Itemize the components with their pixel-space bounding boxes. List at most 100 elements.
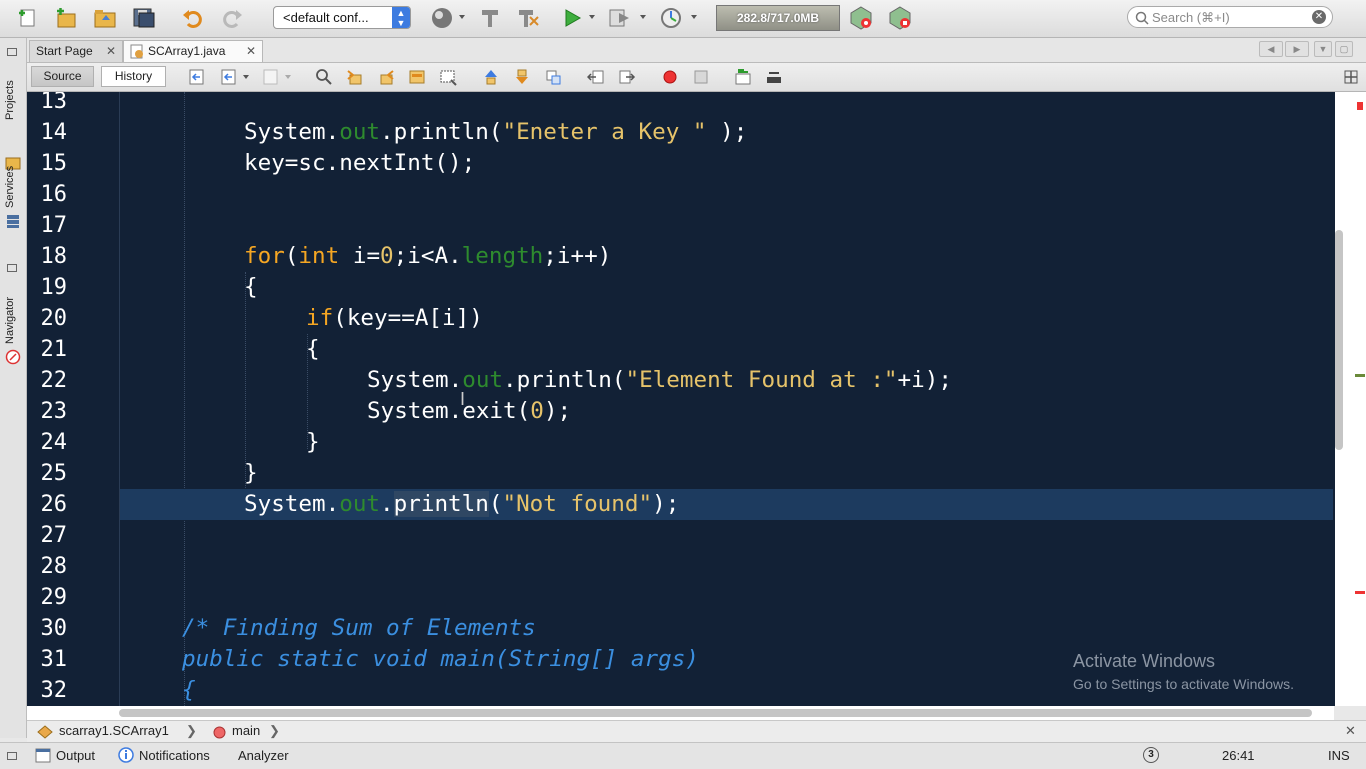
line-number: 28 [40, 554, 68, 579]
horizontal-scrollbar[interactable] [27, 706, 1334, 720]
debug-icon[interactable] [607, 5, 633, 31]
close-icon[interactable]: ✕ [1345, 723, 1356, 739]
split-editor-icon[interactable] [1342, 68, 1360, 86]
close-icon[interactable]: ✕ [246, 41, 256, 61]
sidebar-tab-navigator[interactable]: Navigator [0, 286, 26, 376]
error-stripe-marker[interactable] [1355, 591, 1365, 594]
configuration-select[interactable]: <default conf... ▲ ▼ [273, 6, 411, 29]
minimize-group-icon[interactable] [7, 264, 17, 272]
output-tab[interactable]: Output [56, 748, 95, 763]
redo-icon[interactable] [219, 5, 245, 31]
profile-icon[interactable] [658, 5, 684, 31]
toggle-highlight-icon[interactable] [408, 68, 426, 86]
last-edit-icon[interactable] [188, 68, 206, 86]
chevron-updown-icon: ▲ ▼ [392, 7, 410, 28]
line-number: 26 [40, 492, 68, 517]
scroll-tabs-left-icon[interactable]: ◀ [1259, 41, 1283, 57]
output-icon [35, 748, 51, 763]
new-file-icon[interactable] [15, 5, 41, 31]
sidebar-tab-projects[interactable]: Projects [0, 68, 26, 170]
code-line: System.out.println("Element Found at :"+… [367, 367, 952, 393]
search-input[interactable]: Search (⌘+I) ✕ [1127, 6, 1333, 28]
close-icon[interactable]: ✕ [106, 41, 116, 61]
find-previous-icon[interactable] [346, 68, 364, 86]
find-next-icon[interactable] [377, 68, 395, 86]
find-icon[interactable] [315, 68, 333, 86]
new-project-icon[interactable] [53, 5, 79, 31]
clean-build-icon[interactable] [516, 5, 542, 31]
chevron-right-icon: ❯ [186, 723, 197, 738]
code-line: public static void main(String[] args) [182, 646, 699, 672]
insert-mode: INS [1328, 748, 1350, 763]
stop-macro-icon[interactable] [692, 68, 710, 86]
uncomment-icon[interactable] [765, 68, 783, 86]
breadcrumb-class[interactable]: scarray1.SCArray1 [59, 723, 169, 738]
chevron-down-icon[interactable] [243, 75, 249, 79]
services-icon [7, 215, 19, 228]
back-icon[interactable] [220, 68, 238, 86]
code-editor[interactable]: 13 14 15 16 17 18 19 20 21 22 23 24 25 2… [27, 92, 1366, 706]
line-number: 22 [40, 368, 68, 393]
shift-right-icon[interactable] [618, 68, 636, 86]
undo-icon[interactable] [180, 5, 206, 31]
notification-badge[interactable]: 3 [1143, 747, 1159, 763]
clear-search-icon[interactable]: ✕ [1312, 10, 1326, 24]
next-bookmark-icon[interactable] [513, 68, 531, 86]
editor-toolbar: Source History [27, 63, 1366, 92]
analyzer-tab[interactable]: Analyzer [238, 748, 289, 763]
previous-bookmark-icon[interactable] [482, 68, 500, 86]
search-placeholder: Search (⌘+I) [1152, 10, 1230, 25]
current-code-line: System.out.println("Not found"); [120, 489, 1333, 520]
code-line: /* Finding Sum of Elements [182, 615, 536, 641]
minimize-group-icon[interactable] [7, 752, 17, 760]
tab-scarray1-java[interactable]: SCArray1.java ✕ [123, 40, 263, 62]
record-macro-icon[interactable] [661, 68, 679, 86]
maximize-window-icon[interactable]: ▢ [1335, 41, 1353, 57]
chevron-down-icon[interactable] [691, 15, 697, 19]
show-opened-documents-icon[interactable]: ▼ [1314, 41, 1332, 57]
line-number: 18 [40, 244, 68, 269]
line-number: 32 [40, 678, 68, 703]
text-cursor-icon: I [460, 389, 466, 409]
save-all-icon[interactable] [131, 5, 157, 31]
comment-icon[interactable] [734, 68, 752, 86]
tab-start-page[interactable]: Start Page ✕ [29, 40, 123, 62]
chevron-down-icon[interactable] [285, 75, 291, 79]
breadcrumb-method[interactable]: main [232, 723, 260, 738]
code-line: } [306, 429, 320, 455]
chevron-down-icon[interactable] [459, 15, 465, 19]
vertical-scrollbar[interactable] [1335, 92, 1366, 706]
history-tab-button[interactable]: History [101, 66, 166, 87]
build-icon[interactable] [477, 5, 503, 31]
scrollbar-thumb[interactable] [1335, 230, 1343, 450]
chevron-down-icon[interactable] [589, 15, 595, 19]
forward-icon[interactable] [262, 68, 280, 86]
run-icon[interactable] [559, 5, 585, 31]
line-number: 24 [40, 430, 68, 455]
shift-left-icon[interactable] [587, 68, 605, 86]
chevron-down-icon[interactable] [640, 15, 646, 19]
scrollbar-thumb[interactable] [119, 709, 1312, 717]
editor-tab-bar: Start Page ✕ SCArray1.java ✕ ◀ ▶ ▼ ▢ [27, 38, 1366, 63]
chevron-right-icon: ❯ [269, 723, 280, 738]
error-stripe-marker[interactable] [1357, 102, 1363, 110]
notifications-tab[interactable]: Notifications [139, 748, 210, 763]
code-line: if(key==A[i]) [306, 305, 483, 331]
gc-icon[interactable] [848, 5, 874, 31]
toggle-bookmark-icon[interactable] [544, 68, 562, 86]
profiler-calibrate-icon[interactable] [887, 5, 913, 31]
globe-icon[interactable] [429, 5, 455, 31]
line-number: 31 [40, 647, 68, 672]
sidebar-tab-services[interactable]: Services [0, 156, 26, 236]
caret-stripe-marker[interactable] [1355, 374, 1365, 377]
memory-indicator[interactable]: 282.8/717.0MB [716, 5, 840, 31]
rectangular-selection-icon[interactable] [439, 68, 457, 86]
sidebar-tab-navigator-label: Navigator [4, 296, 16, 344]
code-line: { [182, 677, 196, 703]
code-text-area[interactable]: System.out.println("Eneter a Key " ); ke… [119, 92, 1333, 706]
open-project-icon[interactable] [92, 5, 118, 31]
minimize-group-icon[interactable] [7, 48, 17, 56]
sidebar-tab-services-label: Services [4, 165, 16, 208]
source-tab-button[interactable]: Source [31, 66, 94, 87]
scroll-tabs-right-icon[interactable]: ▶ [1285, 41, 1309, 57]
